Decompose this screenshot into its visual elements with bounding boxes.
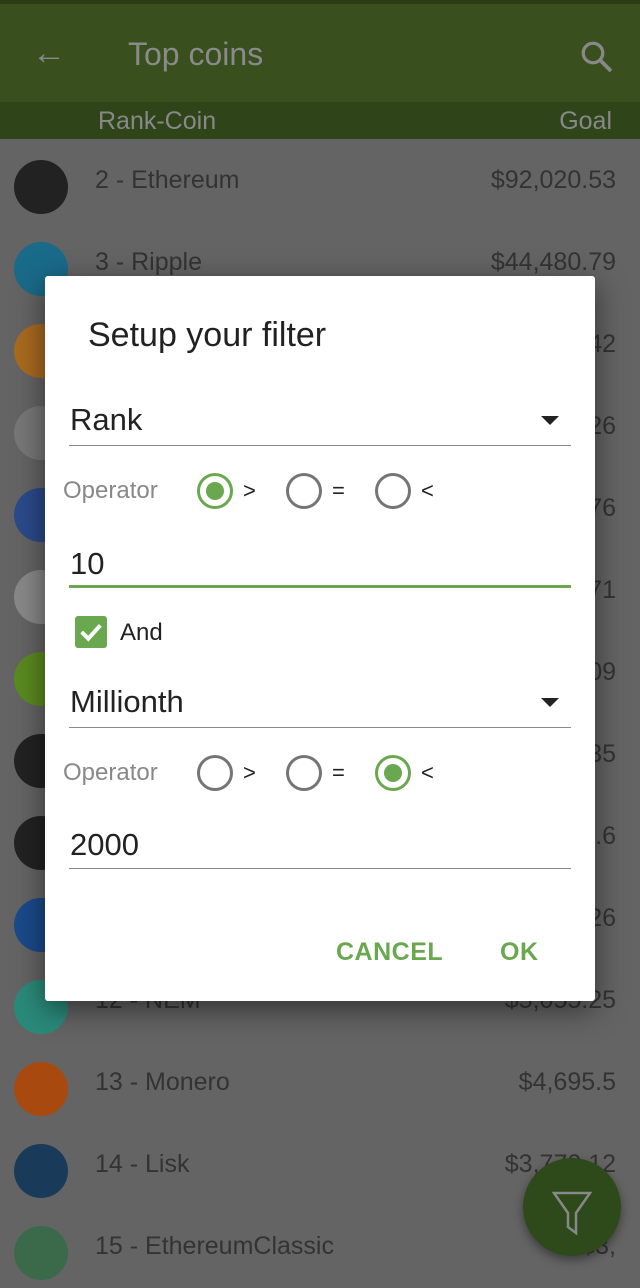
filter-icon [551, 1191, 593, 1236]
operator-symbol: > [243, 760, 256, 785]
coin-name: 14 - Lisk [95, 1150, 190, 1178]
list-header: Rank-Coin Goal [0, 102, 640, 139]
coin-name: 2 - Ethereum [95, 166, 240, 194]
coin-name: 3 - Ripple [95, 248, 202, 276]
coin-name: 13 - Monero [95, 1068, 230, 1096]
and-checkbox[interactable] [75, 616, 107, 648]
coin-goal: .6 [595, 822, 616, 850]
check-icon [80, 623, 102, 642]
value-input-1[interactable]: 10 [69, 538, 571, 588]
coin-goal: $92,020.53 [490, 166, 616, 194]
app-toolbar: ← Top coins [0, 0, 640, 102]
coin-icon [14, 1226, 68, 1280]
operator-label: Operator [63, 477, 158, 504]
field-spinner-1[interactable]: Rank [69, 396, 571, 446]
arrow-left-icon[interactable]: ← [32, 36, 66, 70]
radio-circle-icon [197, 473, 233, 509]
column-rank-coin: Rank-Coin [98, 107, 217, 135]
radio-circle-icon [286, 755, 322, 791]
radio-circle-icon [375, 755, 411, 791]
filter-button[interactable] [523, 1158, 621, 1256]
field-spinner-2[interactable]: Millionth [69, 678, 571, 728]
operator-radio[interactable]: > [197, 473, 256, 509]
operator-symbol: = [332, 760, 345, 785]
coin-goal: $4,695.5 [518, 1068, 616, 1096]
spinner-value: Rank [70, 402, 143, 437]
and-label: And [120, 619, 163, 646]
coin-goal: $44,480.79 [490, 248, 616, 276]
coin-icon [14, 160, 68, 214]
operator-radio[interactable]: = [286, 473, 345, 509]
value-input-2[interactable]: 2000 [69, 819, 571, 869]
radio-circle-icon [375, 473, 411, 509]
coin-name: 15 - EthereumClassic [95, 1232, 334, 1260]
operator-label: Operator [63, 759, 158, 786]
filter-dialog: Setup your filter Rank Operator > = < 10 An… [45, 276, 595, 1001]
dropdown-arrow-icon [541, 698, 559, 707]
column-goal: Goal [559, 107, 612, 135]
operator-radio[interactable]: < [375, 755, 434, 791]
dialog-title: Setup your filter [88, 316, 327, 354]
radio-circle-icon [286, 473, 322, 509]
operator-group-2: Operator > = < [63, 753, 583, 793]
page-title: Top coins [128, 36, 264, 72]
operator-radio[interactable]: < [375, 473, 434, 509]
cancel-button[interactable]: CANCEL [336, 938, 443, 967]
operator-symbol: < [421, 478, 434, 503]
operator-radio[interactable]: = [286, 755, 345, 791]
operator-radio[interactable]: > [197, 755, 256, 791]
operator-symbol: = [332, 478, 345, 503]
search-icon[interactable] [578, 38, 614, 74]
coin-icon [14, 1062, 68, 1116]
coin-icon [14, 1144, 68, 1198]
ok-button[interactable]: OK [500, 938, 539, 967]
list-item[interactable]: 13 - Monero $4,695.5 [0, 1042, 640, 1124]
operator-symbol: > [243, 478, 256, 503]
operator-group-1: Operator > = < [63, 471, 583, 511]
radio-circle-icon [197, 755, 233, 791]
dropdown-arrow-icon [541, 416, 559, 425]
list-item[interactable]: 2 - Ethereum $92,020.53 [0, 140, 640, 222]
spinner-value: Millionth [70, 684, 184, 719]
operator-symbol: < [421, 760, 434, 785]
